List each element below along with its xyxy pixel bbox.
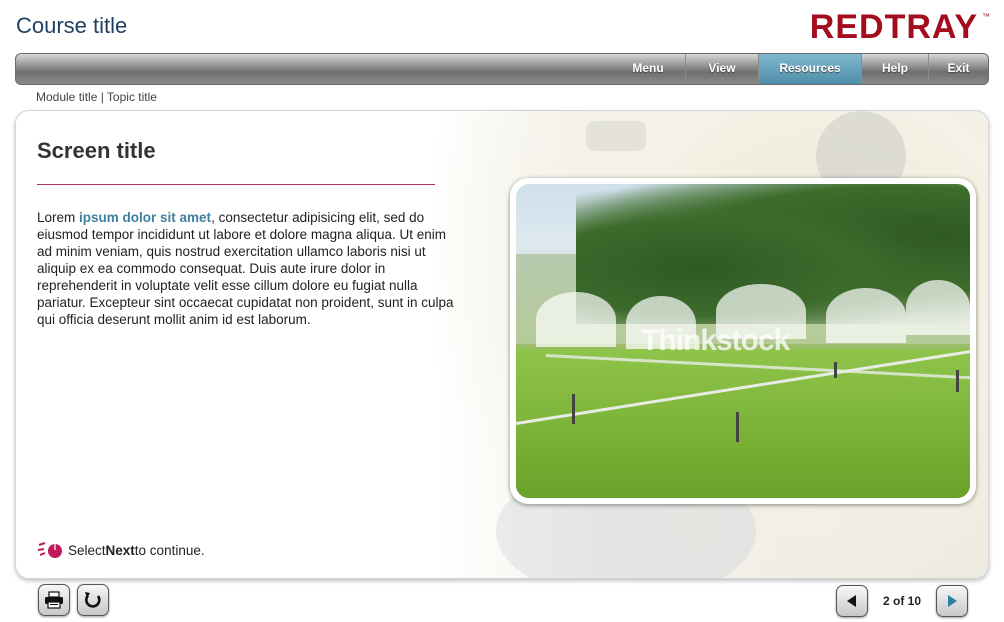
nav-help-button[interactable]: Help: [861, 54, 928, 84]
screen-title: Screen title: [37, 138, 156, 163]
hint-text-start: Select: [68, 542, 106, 558]
photo-frame: Thinkstock: [510, 178, 976, 504]
nav-resources-button[interactable]: Resources: [758, 54, 861, 84]
nav-view-button[interactable]: View: [685, 54, 758, 84]
nav-exit-button[interactable]: Exit: [928, 54, 988, 84]
mouse-click-icon: [37, 542, 62, 558]
page-counter: 2 of 10: [882, 594, 921, 608]
body-text-start: Lorem: [37, 210, 80, 225]
redtray-logo: REDTRAY: [809, 8, 978, 46]
back-button[interactable]: [836, 585, 868, 617]
content-panel: Screen title Lorem ipsum dolor sit amet,…: [15, 110, 989, 579]
replay-button[interactable]: [77, 584, 109, 616]
hint-text-end: to continue.: [134, 542, 205, 558]
body-highlight: ipsum dolor sit amet: [79, 210, 212, 225]
body-text-rest: , consectetur adipisicing elit, sed do e…: [37, 210, 454, 327]
course-title: Course title: [16, 13, 128, 38]
hint-next-word: Next: [105, 542, 135, 558]
next-button[interactable]: [936, 585, 968, 617]
irrigation-photo: Thinkstock: [516, 184, 970, 498]
print-button[interactable]: [38, 584, 70, 616]
replay-icon: [85, 592, 101, 608]
body-text: Lorem ipsum dolor sit amet, consectetur …: [37, 209, 457, 328]
trademark-symbol: ™: [982, 12, 990, 21]
back-arrow-icon: [847, 595, 856, 607]
nav-menu-button[interactable]: Menu: [611, 54, 685, 84]
top-nav-bar: Menu View Resources Help Exit: [15, 53, 989, 85]
breadcrumb: Module title | Topic title: [36, 90, 157, 104]
next-arrow-icon: [948, 595, 957, 607]
thinkstock-watermark: Thinkstock: [641, 324, 790, 357]
title-divider: [37, 184, 435, 185]
printer-icon: [45, 591, 63, 609]
next-hint: Select Next to continue.: [37, 541, 205, 559]
nav-items: Menu View Resources Help Exit: [611, 54, 988, 84]
